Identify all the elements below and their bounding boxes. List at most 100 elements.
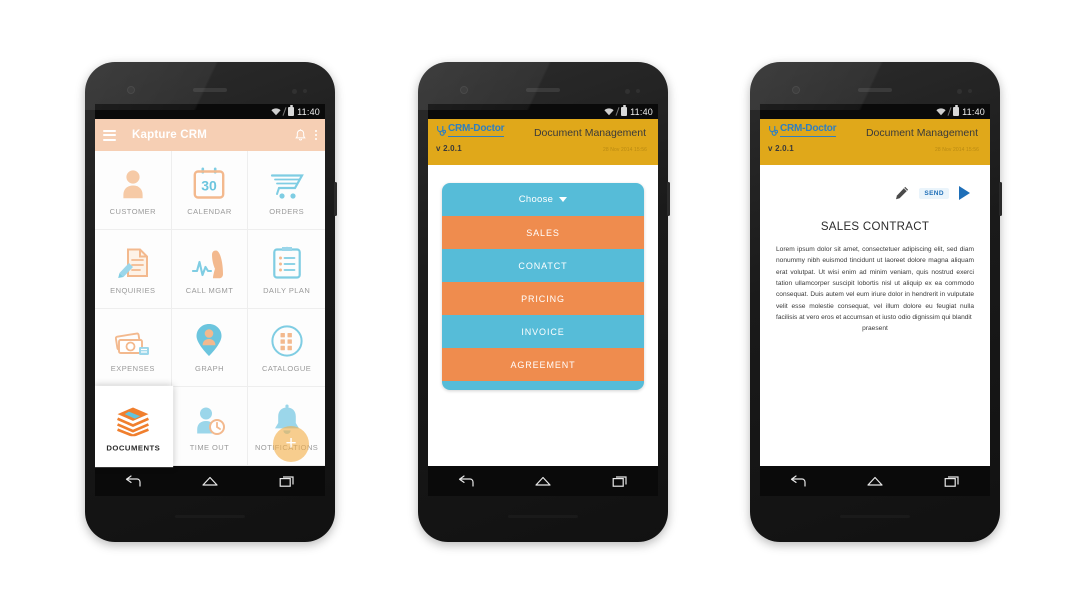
send-button[interactable]: SEND xyxy=(919,187,949,199)
battery-icon xyxy=(288,105,295,116)
time-out-icon xyxy=(193,400,226,436)
orders-cart-icon xyxy=(270,164,304,200)
phone1-screen: 11:40 Kapture CRM CUSTOMER 30 CALENDAR O… xyxy=(95,104,325,496)
send-play-icon[interactable] xyxy=(959,186,970,200)
doc-page-title: Document Management xyxy=(533,127,646,139)
tile-call-mgmt[interactable]: CALL MGMT xyxy=(171,229,249,309)
back-icon[interactable] xyxy=(458,474,474,488)
tile-expenses[interactable]: EXPENSES xyxy=(95,308,172,388)
wifi-icon xyxy=(604,107,614,116)
status-time: 11:40 xyxy=(962,106,985,117)
device-chin xyxy=(508,515,578,518)
chevron-down-icon xyxy=(559,197,568,202)
expenses-icon xyxy=(114,321,151,357)
power-button[interactable] xyxy=(667,182,670,216)
menu-item-sales[interactable]: SALES xyxy=(442,216,644,249)
tile-enquiries[interactable]: ENQUIRIES xyxy=(95,229,172,309)
tile-label: DAILY PLAN xyxy=(263,285,311,295)
home-icon[interactable] xyxy=(535,475,551,488)
stethoscope-icon xyxy=(768,124,779,137)
hamburger-icon[interactable] xyxy=(103,129,116,141)
tile-catalogue[interactable]: CATALOGUE xyxy=(248,308,325,388)
recents-icon[interactable] xyxy=(279,475,295,488)
home-grid: CUSTOMER 30 CALENDAR ORDERS ENQUIRIES CA… xyxy=(95,151,325,468)
light-sensor-icon xyxy=(303,89,307,93)
bell-icon[interactable] xyxy=(295,128,306,142)
document-body: Lorem ipsum dolor sit amet, consectetuer… xyxy=(774,244,976,335)
front-camera-icon xyxy=(792,86,800,94)
choose-label: Choose xyxy=(518,194,554,205)
status-bar: 11:40 xyxy=(760,104,990,119)
menu-item-invoice[interactable]: INVOICE xyxy=(442,315,644,348)
enquiries-icon xyxy=(117,243,149,279)
doc-header: CRM-Doctor Document Management v 2.0.1 2… xyxy=(760,119,990,165)
tile-graph[interactable]: GRAPH xyxy=(171,308,249,388)
doc-header-bottom: v 2.0.1 28 Nov 2014 15:56 xyxy=(768,144,982,153)
back-icon[interactable] xyxy=(790,474,806,488)
tile-calendar[interactable]: 30 CALENDAR xyxy=(171,151,249,230)
back-icon[interactable] xyxy=(125,474,141,488)
light-sensor-icon xyxy=(636,89,640,93)
home-icon[interactable] xyxy=(202,475,218,488)
kebab-menu-icon[interactable] xyxy=(315,130,317,140)
customer-icon xyxy=(118,164,148,200)
tile-label: CALL MGMT xyxy=(185,285,234,295)
app-bar-actions xyxy=(295,128,317,142)
menu-item-pricing[interactable]: PRICING xyxy=(442,282,644,315)
document-body-text: Lorem ipsum dolor sit amet, consectetuer… xyxy=(776,246,974,321)
menu-item-contact[interactable]: CONATCT xyxy=(442,249,644,282)
choose-menu-card: Choose SALES CONATCT PRICING INVOICE AGR… xyxy=(442,183,644,390)
fab-label: + xyxy=(285,432,297,454)
daily-plan-icon xyxy=(272,243,301,279)
brand-name: CRM-Doctor xyxy=(780,123,837,137)
light-sensor-icon xyxy=(968,89,972,93)
brand-logo: CRM-Doctor xyxy=(768,123,837,137)
earpiece-speaker xyxy=(526,88,560,92)
recents-icon[interactable] xyxy=(944,475,960,488)
doc-page-title: Document Management xyxy=(865,127,978,139)
brand-logo: CRM-Doctor xyxy=(436,123,505,137)
header-timestamp: 28 Nov 2014 15:56 xyxy=(603,147,647,153)
documents-books-icon xyxy=(116,400,151,437)
document-body-last-line: praesent xyxy=(862,325,888,333)
battery-icon xyxy=(953,105,960,116)
power-button[interactable] xyxy=(334,182,337,216)
doc-header: CRM-Doctor Document Management v 2.0.1 2… xyxy=(428,119,658,165)
tile-label: ORDERS xyxy=(269,206,305,216)
menu-item-agreement[interactable]: AGREEMENT xyxy=(442,348,644,381)
calendar-icon: 30 xyxy=(193,164,225,200)
front-camera-icon xyxy=(460,86,468,94)
phone3-body: SEND SALES CONTRACT Lorem ipsum dolor si… xyxy=(760,165,990,482)
tile-label: CATALOGUE xyxy=(262,364,312,374)
choose-dropdown[interactable]: Choose xyxy=(442,183,644,216)
phone2-body: Choose SALES CONATCT PRICING INVOICE AGR… xyxy=(428,165,658,482)
tile-label: DOCUMENTS xyxy=(106,444,161,454)
signal-slash-icon xyxy=(947,107,952,116)
tile-time-out[interactable]: TIME OUT xyxy=(171,387,249,466)
catalogue-icon xyxy=(271,321,303,357)
add-fab-icon[interactable]: + xyxy=(273,426,309,462)
phone-device-2: 11:40 CRM-Doctor Document Management v 2… xyxy=(418,62,670,542)
tile-daily-plan[interactable]: DAILY PLAN xyxy=(248,229,325,309)
phone2-screen: 11:40 CRM-Doctor Document Management v 2… xyxy=(428,104,658,496)
tile-label: EXPENSES xyxy=(110,364,155,374)
stethoscope-icon xyxy=(436,124,447,137)
wifi-icon xyxy=(936,107,946,116)
android-nav-bar xyxy=(760,466,990,496)
proximity-sensor-icon xyxy=(625,89,630,94)
tile-label: TIME OUT xyxy=(189,443,230,453)
android-nav-bar xyxy=(428,466,658,496)
pencil-edit-icon[interactable] xyxy=(895,186,909,200)
recents-icon[interactable] xyxy=(612,475,628,488)
tile-customer[interactable]: CUSTOMER xyxy=(95,151,172,230)
graph-pin-icon xyxy=(195,321,223,357)
device-chin xyxy=(175,515,245,518)
doc-header-bottom: v 2.0.1 28 Nov 2014 15:56 xyxy=(436,144,650,153)
home-icon[interactable] xyxy=(867,475,883,488)
front-camera-icon xyxy=(127,86,135,94)
power-button[interactable] xyxy=(999,182,1002,216)
status-time: 11:40 xyxy=(297,106,320,117)
tile-documents[interactable]: DOCUMENTS xyxy=(95,386,173,468)
tile-orders[interactable]: ORDERS xyxy=(248,151,325,230)
tile-label: ENQUIRIES xyxy=(110,285,156,295)
